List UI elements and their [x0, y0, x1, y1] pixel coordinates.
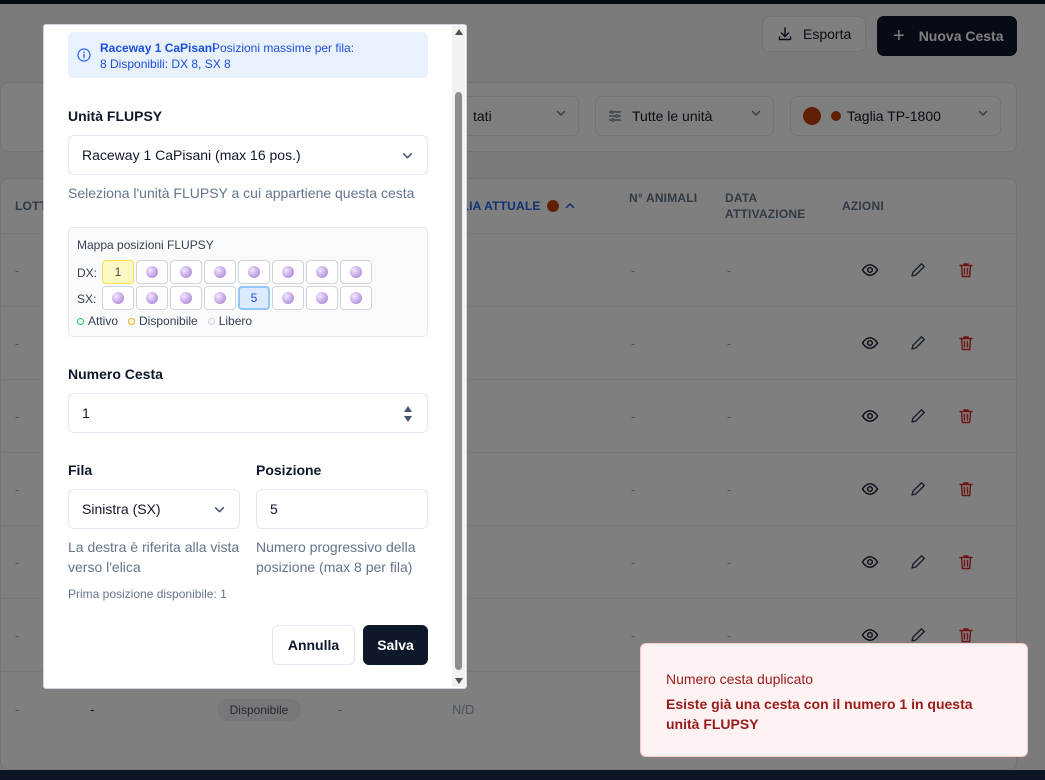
map-legend: Attivo Disponibile Libero — [77, 314, 252, 328]
legend-available-label: Disponibile — [139, 314, 198, 328]
legend-active-dot — [77, 317, 84, 325]
map-position-available[interactable]: 1 — [102, 260, 134, 284]
chevron-down-icon — [402, 153, 413, 159]
map-position-occupied[interactable] — [170, 260, 202, 284]
position-label: Posizione — [256, 462, 322, 478]
basket-icon — [180, 292, 192, 304]
info-unit-name: Raceway 1 CaPisani — [100, 41, 216, 55]
position-help: Numero progressivo della posizione (max … — [256, 539, 416, 575]
first-available-hint: Prima posizione disponibile: 1 — [68, 587, 227, 601]
scroll-down-icon[interactable] — [454, 677, 464, 685]
basket-icon — [316, 266, 328, 278]
basket-icon — [282, 266, 294, 278]
unit-select[interactable]: Raceway 1 CaPisani (max 16 pos.) — [68, 135, 428, 175]
map-position-occupied[interactable] — [170, 286, 202, 310]
basket-icon — [350, 266, 362, 278]
unit-help: Seleziona l'unità FLUPSY a cui appartien… — [68, 185, 415, 201]
unit-select-value: Raceway 1 CaPisani (max 16 pos.) — [82, 147, 301, 163]
unit-info-banner: Raceway 1 CaPisani Posizioni massime per… — [68, 32, 428, 78]
unit-label: Unità FLUPSY — [68, 108, 163, 124]
info-icon — [77, 48, 91, 62]
error-toast: Numero cesta duplicato Esiste già una ce… — [640, 643, 1028, 757]
basket-number-input[interactable]: 1 — [68, 393, 428, 433]
stepper-icon[interactable] — [403, 404, 413, 424]
legend-free-dot — [207, 317, 215, 325]
map-position-occupied[interactable] — [272, 286, 304, 310]
map-position-occupied[interactable] — [136, 260, 168, 284]
map-position-occupied[interactable] — [204, 260, 236, 284]
info-text-1: Posizioni massime per fila: — [212, 41, 355, 55]
map-row-dx-label: DX: — [77, 266, 98, 280]
basket-icon — [248, 266, 260, 278]
info-text-2: 8 Disponibili: DX 8, SX 8 — [100, 57, 231, 71]
save-button[interactable]: Salva — [363, 625, 428, 665]
legend-active-label: Attivo — [88, 314, 119, 328]
map-position-selected[interactable]: 5 — [238, 286, 270, 310]
row-help: La destra è riferita alla vista verso l'… — [68, 539, 240, 575]
basket-icon — [112, 292, 124, 304]
toast-description: Esiste già una cesta con il numero 1 in … — [666, 696, 973, 732]
map-position-occupied[interactable] — [136, 286, 168, 310]
basket-number-value: 1 — [82, 405, 90, 421]
map-position-occupied[interactable] — [340, 286, 372, 310]
number-label: Numero Cesta — [68, 366, 163, 382]
basket-icon — [214, 266, 226, 278]
basket-icon — [146, 266, 158, 278]
basket-icon — [282, 292, 294, 304]
basket-icon — [180, 266, 192, 278]
map-row-sx-label: SX: — [77, 292, 97, 306]
map-position-occupied[interactable] — [102, 286, 134, 310]
legend-available-dot — [128, 317, 136, 325]
position-map: Mappa posizioni FLUPSY DX: SX: 1 5 Attivo… — [68, 227, 428, 337]
chevron-down-icon — [214, 507, 225, 513]
map-position-occupied[interactable] — [272, 260, 304, 284]
cancel-button[interactable]: Annulla — [272, 625, 355, 665]
basket-icon — [214, 292, 226, 304]
map-position-occupied[interactable] — [340, 260, 372, 284]
basket-icon — [350, 292, 362, 304]
map-position-occupied[interactable] — [306, 286, 338, 310]
legend-free-label: Libero — [218, 314, 253, 328]
position-input[interactable]: 5 — [256, 489, 428, 529]
basket-icon — [146, 292, 158, 304]
position-value: 5 — [270, 501, 278, 517]
map-position-occupied[interactable] — [306, 260, 338, 284]
map-position-occupied[interactable] — [204, 286, 236, 310]
basket-icon — [316, 292, 328, 304]
scroll-up-icon[interactable] — [454, 28, 464, 36]
dialog-scrollbar-thumb[interactable] — [455, 92, 462, 670]
row-label: Fila — [68, 462, 93, 478]
map-position-occupied[interactable] — [238, 260, 270, 284]
row-select-value: Sinistra (SX) — [82, 501, 161, 517]
toast-title: Numero cesta duplicato — [666, 671, 814, 687]
row-select[interactable]: Sinistra (SX) — [68, 489, 240, 529]
map-title: Mappa posizioni FLUPSY — [77, 238, 214, 252]
